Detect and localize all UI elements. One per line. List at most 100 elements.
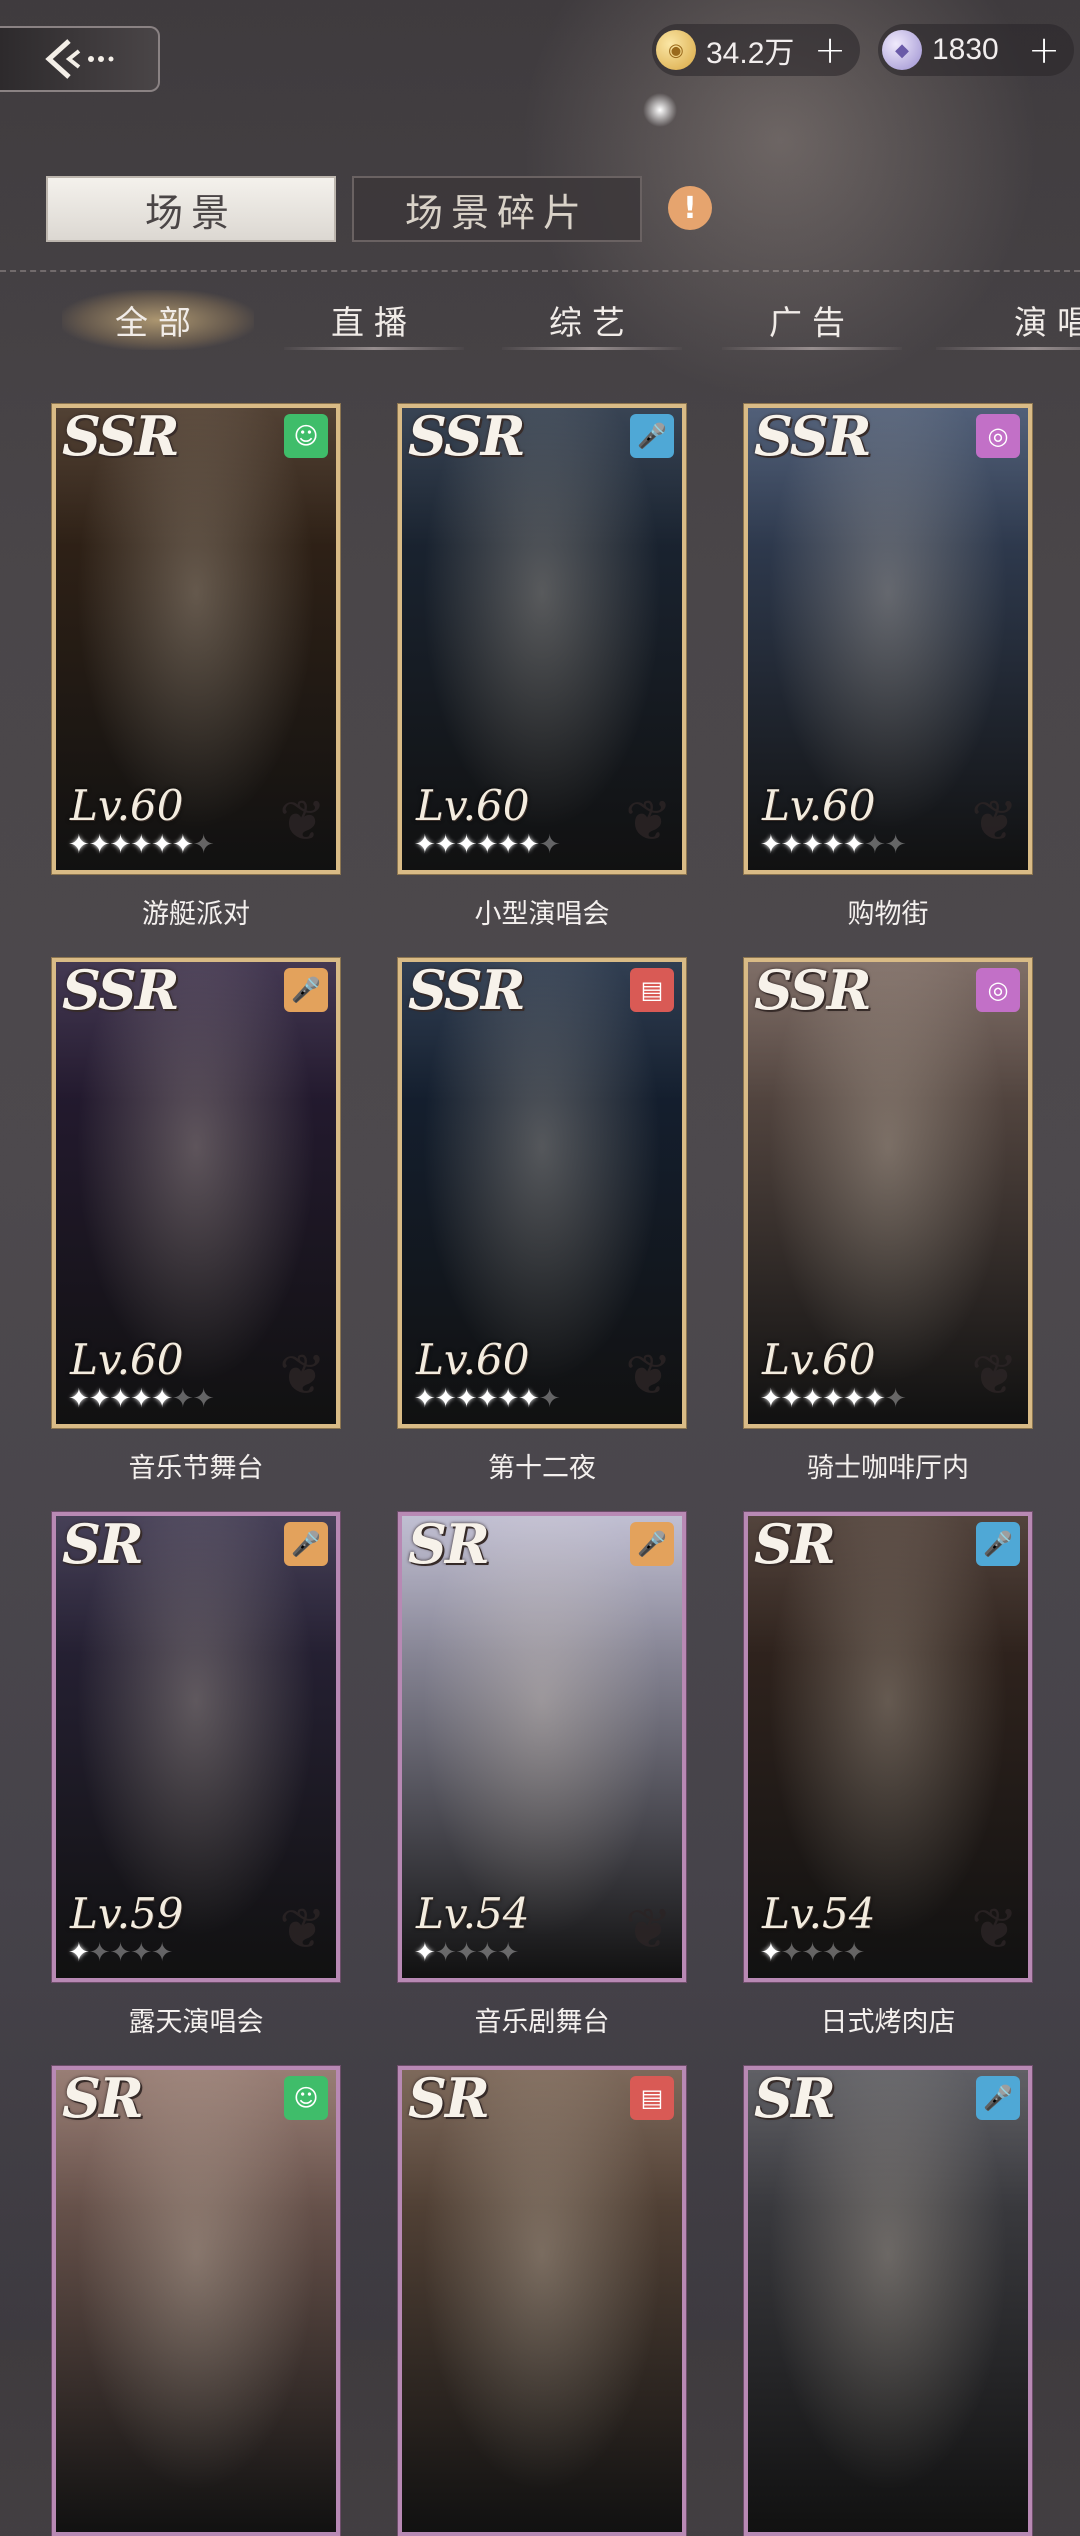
star-icon: ✦ — [822, 1384, 844, 1414]
scene-card-name: 小型演唱会 — [474, 899, 610, 930]
diamond-icon: ◆ — [882, 30, 922, 70]
star-icon: ✦ — [760, 1384, 782, 1414]
scene-card[interactable]: SSR 🎤 Lv.60 ✦✦✦✦✦✦✦ ❦ — [398, 404, 686, 874]
back-button[interactable] — [0, 26, 160, 92]
scene-card-name: 第十二夜 — [488, 1453, 596, 1484]
feather-emblem-icon: ❦ — [971, 789, 1018, 854]
scene-card[interactable]: SSR ▤ Lv.60 ✦✦✦✦✦✦✦ ❦ — [398, 958, 686, 1428]
rarity-label: SSR — [408, 404, 526, 468]
rarity-label: SR — [62, 2066, 144, 2130]
star-icon: ✦ — [109, 1384, 132, 1414]
category-tab-live[interactable]: 直播 — [278, 290, 470, 350]
star-icon: ✦ — [801, 1938, 824, 1968]
back-arrow-icon — [45, 39, 114, 79]
star-icon: ✦ — [863, 830, 886, 860]
scene-card-name: 音乐节舞台 — [128, 1453, 264, 1484]
scene-card[interactable]: SR 🎤 Lv.54 ✦✦✦✦✦ ❦ — [744, 1512, 1032, 1982]
star-icon: ✦ — [88, 1938, 111, 1968]
level-label: Lv.60 — [416, 1335, 530, 1384]
star-rating: ✦✦✦✦✦✦✦ — [414, 1384, 561, 1414]
add-diamond-button[interactable]: + — [1028, 28, 1060, 72]
gold-currency: ◉ 34.2万 + — [652, 24, 860, 76]
scene-card[interactable]: SSR ☺ Lv.60 ✦✦✦✦✦✦✦ ❦ — [52, 404, 340, 874]
star-icon: ✦ — [822, 830, 844, 860]
category-tab-ads[interactable]: 广告 — [716, 290, 908, 350]
category-tab-concert[interactable]: 演唱 — [930, 290, 1080, 350]
star-icon: ✦ — [497, 830, 519, 860]
rarity-label: SR — [754, 1512, 836, 1576]
star-rating: ✦✦✦✦✦✦✦ — [760, 1384, 907, 1414]
scene-card[interactable]: SSR 🎤 Lv.60 ✦✦✦✦✦✦✦ ❦ — [52, 958, 340, 1428]
star-icon: ✦ — [171, 1384, 194, 1414]
star-icon: ✦ — [476, 1938, 498, 1968]
star-icon: ✦ — [843, 1384, 865, 1414]
clapperboard-icon: ▤ — [630, 2076, 674, 2120]
star-icon: ✦ — [455, 1384, 478, 1414]
star-icon: ✦ — [434, 1938, 457, 1968]
star-icon: ✦ — [68, 830, 90, 860]
clapperboard-icon: ▤ — [630, 968, 674, 1012]
star-icon: ✦ — [517, 1384, 540, 1414]
tab-scene[interactable]: 场景 — [46, 176, 336, 242]
star-icon: ✦ — [151, 830, 173, 860]
scene-card[interactable]: SR ☺ — [52, 2066, 340, 2536]
star-icon: ✦ — [801, 830, 824, 860]
level-label: Lv.54 — [762, 1889, 876, 1938]
microphone-icon: 🎤 — [630, 1522, 674, 1566]
star-icon: ✦ — [109, 1938, 132, 1968]
feather-emblem-icon: ❦ — [279, 1897, 326, 1962]
rarity-label: SR — [754, 2066, 836, 2130]
star-rating: ✦✦✦✦✦✦✦ — [68, 1384, 215, 1414]
star-icon: ✦ — [538, 830, 561, 860]
rarity-label: SSR — [754, 404, 872, 468]
scene-card[interactable]: SSR ◎ Lv.60 ✦✦✦✦✦✦✦ ❦ — [744, 958, 1032, 1428]
star-icon: ✦ — [760, 830, 782, 860]
info-alert-icon[interactable]: ! — [668, 186, 712, 230]
star-icon: ✦ — [863, 1384, 886, 1414]
star-icon: ✦ — [414, 1384, 436, 1414]
scene-image — [748, 2070, 1028, 2532]
feather-emblem-icon: ❦ — [279, 1343, 326, 1408]
diamond-amount: 1830 — [932, 33, 999, 66]
star-rating: ✦✦✦✦✦ — [68, 1938, 173, 1968]
star-icon: ✦ — [192, 830, 215, 860]
star-icon: ✦ — [538, 1384, 561, 1414]
scene-card[interactable]: SSR ◎ Lv.60 ✦✦✦✦✦✦✦ ❦ — [744, 404, 1032, 874]
star-icon: ✦ — [517, 830, 540, 860]
smile-icon: ☺ — [284, 414, 328, 458]
star-icon: ✦ — [88, 1384, 111, 1414]
star-icon: ✦ — [780, 1938, 803, 1968]
level-label: Lv.59 — [70, 1889, 184, 1938]
scene-card[interactable]: SR 🎤 Lv.59 ✦✦✦✦✦ ❦ — [52, 1512, 340, 1982]
sparkle-icon — [640, 90, 680, 130]
category-tab-variety[interactable]: 综艺 — [496, 290, 688, 350]
star-rating: ✦✦✦✦✦✦✦ — [760, 830, 907, 860]
feather-emblem-icon: ❦ — [625, 789, 672, 854]
scene-image — [56, 2070, 336, 2532]
star-icon: ✦ — [455, 830, 478, 860]
category-tab-label: 全部 — [115, 303, 201, 342]
category-tab-label: 演唱 — [1014, 303, 1080, 342]
star-icon: ✦ — [434, 830, 457, 860]
feather-emblem-icon: ❦ — [279, 789, 326, 854]
scene-card-name: 日式烤肉店 — [820, 2007, 956, 2038]
rarity-label: SR — [408, 1512, 490, 1576]
add-gold-button[interactable]: + — [814, 28, 846, 72]
scene-card[interactable]: SR 🎤 Lv.54 ✦✦✦✦✦ ❦ — [398, 1512, 686, 1982]
scene-card[interactable]: SR 🎤 — [744, 2066, 1032, 2536]
star-icon: ✦ — [88, 830, 111, 860]
diamond-currency: ◆ 1830 + — [878, 24, 1074, 76]
divider — [0, 270, 1080, 272]
star-icon: ✦ — [130, 830, 152, 860]
category-tab-all[interactable]: 全部 — [62, 290, 254, 350]
rarity-label: SSR — [62, 404, 180, 468]
rarity-label: SR — [408, 2066, 490, 2130]
star-icon: ✦ — [801, 1384, 824, 1414]
level-label: Lv.60 — [416, 781, 530, 830]
star-rating: ✦✦✦✦✦✦✦ — [68, 830, 215, 860]
level-label: Lv.60 — [762, 781, 876, 830]
star-icon: ✦ — [68, 1938, 90, 1968]
tab-scene-fragments[interactable]: 场景碎片 — [352, 176, 642, 242]
gold-coin-icon: ◉ — [656, 30, 696, 70]
scene-card[interactable]: SR ▤ — [398, 2066, 686, 2536]
